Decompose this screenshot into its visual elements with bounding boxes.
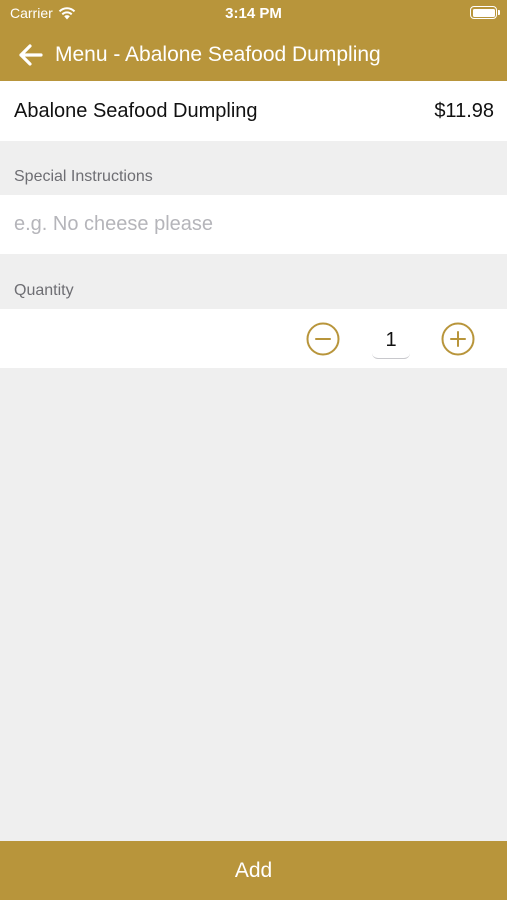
quantity-field[interactable]: 1: [372, 323, 410, 359]
status-bar: Carrier 3:14 PM: [0, 0, 507, 28]
battery-icon: [470, 6, 500, 19]
quantity-value: 1: [385, 329, 397, 351]
quantity-label: Quantity: [14, 282, 74, 299]
nav-bar: Menu - Abalone Seafood Dumpling: [0, 28, 507, 81]
item-row: Abalone Seafood Dumpling $11.98: [0, 81, 507, 141]
add-button[interactable]: Add: [0, 841, 507, 900]
page-title: Menu - Abalone Seafood Dumpling: [55, 42, 381, 66]
arrow-left-icon: [19, 43, 43, 66]
status-time: 3:14 PM: [225, 5, 282, 22]
increment-button[interactable]: [441, 322, 475, 356]
decrement-button[interactable]: [306, 322, 340, 356]
menu-item-screen: Carrier 3:14 PM Menu - Abalone Seafood D…: [0, 0, 507, 900]
add-button-label: Add: [234, 858, 273, 882]
item-name: Abalone Seafood Dumpling: [14, 99, 258, 122]
special-instructions-input[interactable]: [14, 213, 494, 236]
plus-circle-icon: [441, 322, 475, 356]
special-instructions-row: [0, 195, 507, 254]
item-price: $11.98: [434, 99, 494, 122]
app-header: Carrier 3:14 PM Menu - Abalone Seafood D…: [0, 0, 507, 81]
minus-circle-icon: [306, 322, 340, 356]
back-button[interactable]: [14, 38, 48, 72]
special-instructions-label: Special Instructions: [14, 168, 153, 185]
quantity-stepper: 1: [0, 309, 507, 368]
